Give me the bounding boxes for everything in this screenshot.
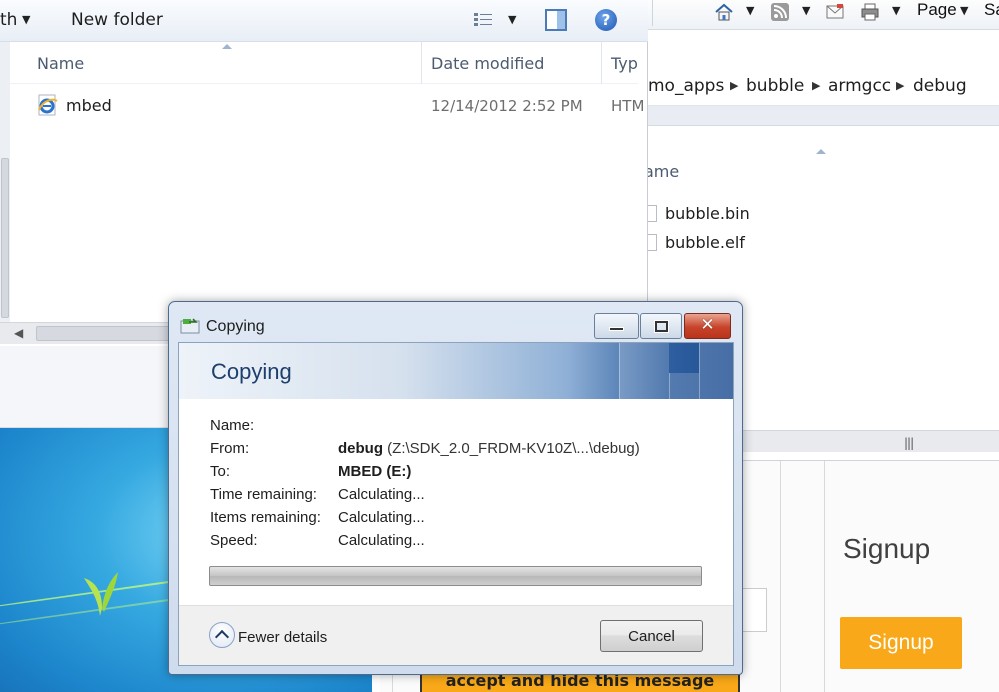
breadcrumb-arrow-icon[interactable]: ▶	[730, 79, 738, 92]
ie-command-bar: ▼ ▼ ▼ Page ▼ Sa	[636, 0, 999, 30]
column-header-type[interactable]: Typ	[611, 54, 638, 73]
copy-progress-bar	[209, 566, 702, 586]
file-type: HTM	[611, 97, 645, 115]
wallpaper-leaf-icon	[84, 572, 118, 616]
scroll-grip-icon: |||	[904, 436, 914, 450]
home-icon[interactable]	[714, 2, 734, 22]
view-dropdown-icon[interactable]: ▼	[508, 13, 516, 26]
column-header-name[interactable]: ame	[644, 162, 679, 181]
cancel-button[interactable]: Cancel	[600, 620, 703, 652]
detail-label-time-remaining: Time remaining:	[210, 486, 317, 503]
safety-menu[interactable]: Sa	[984, 0, 999, 20]
banner-decoration	[669, 373, 699, 399]
dialog-footer: Fewer details Cancel	[179, 605, 733, 665]
preview-pane-icon[interactable]	[545, 9, 567, 31]
new-folder-button[interactable]: New folder	[71, 10, 163, 30]
toolbar-separator	[652, 0, 653, 26]
scroll-left-icon[interactable]: ◀	[14, 326, 23, 340]
right-header-strip	[636, 106, 999, 126]
help-icon[interactable]: ?	[595, 9, 617, 31]
detail-value-time-remaining: Calculating...	[338, 486, 425, 503]
signup-button[interactable]: Signup	[840, 617, 962, 669]
sort-arrow-icon	[816, 149, 826, 154]
print-icon[interactable]	[860, 2, 880, 22]
detail-value-from: debug (Z:\SDK_2.0_FRDM-KV10Z\...\debug)	[338, 440, 640, 457]
dialog-heading: Copying	[211, 359, 292, 384]
detail-value-to: MBED (E:)	[338, 463, 412, 480]
detail-value-speed: Calculating...	[338, 532, 425, 549]
rss-dropdown-icon[interactable]: ▼	[802, 4, 810, 17]
list-item[interactable]: bubble.bin	[644, 204, 750, 223]
read-mail-icon[interactable]	[825, 2, 845, 22]
close-button[interactable]: ✕	[684, 313, 731, 339]
vertical-scrollbar[interactable]	[0, 42, 10, 322]
explorer-toolbar: th ▼ New folder ▼ ?	[0, 0, 648, 42]
detail-label-items-remaining: Items remaining:	[210, 509, 321, 526]
file-date: 12/14/2012 2:52 PM	[431, 97, 583, 115]
list-item[interactable]: bubble.elf	[644, 233, 745, 252]
column-header-name[interactable]: Name	[37, 54, 84, 73]
detail-label-from: From:	[210, 440, 250, 457]
detail-label-to: To:	[210, 463, 231, 480]
fewer-details-toggle[interactable]: Fewer details	[238, 629, 327, 646]
divider	[824, 461, 825, 692]
print-dropdown-icon[interactable]: ▼	[892, 4, 900, 17]
column-header-date-modified[interactable]: Date modified	[431, 54, 544, 73]
maximize-icon	[654, 320, 669, 333]
window-title: Copying	[206, 318, 265, 335]
toolbar-dropdown-icon[interactable]: ▼	[22, 13, 30, 26]
breadcrumb-item[interactable]: mo_apps	[648, 76, 724, 96]
copy-dialog: Copying ✕ Copying Name: From: debug (Z:\…	[168, 301, 743, 675]
detail-label-speed: Speed:	[210, 532, 258, 549]
dialog-banner: Copying	[179, 343, 733, 399]
ie-file-icon	[38, 94, 58, 116]
scrollbar-thumb[interactable]	[1, 158, 9, 318]
minimize-icon	[609, 327, 624, 331]
maximize-button[interactable]	[640, 313, 682, 339]
signup-heading: Signup	[843, 533, 931, 564]
sort-arrow-icon	[222, 44, 232, 49]
home-dropdown-icon[interactable]: ▼	[746, 4, 754, 17]
left-explorer-window: th ▼ New folder ▼ ? Name Date modified T…	[0, 0, 648, 346]
view-options-icon[interactable]	[473, 11, 495, 29]
table-row[interactable]: mbed 12/14/2012 2:52 PM HTM	[37, 94, 644, 118]
breadcrumb: mo_apps ▶ bubble ▶ armgcc ▶ debug	[636, 66, 999, 106]
rss-icon[interactable]	[770, 2, 790, 22]
column-divider[interactable]	[421, 42, 422, 84]
minimize-button[interactable]	[594, 313, 639, 339]
breadcrumb-item[interactable]: bubble	[746, 76, 804, 96]
page-menu[interactable]: Page	[917, 0, 957, 20]
detail-label-name: Name:	[210, 417, 255, 434]
breadcrumb-arrow-icon[interactable]: ▶	[812, 79, 820, 92]
detail-value-items-remaining: Calculating...	[338, 509, 425, 526]
breadcrumb-item[interactable]: armgcc	[828, 76, 891, 96]
column-header-row: Name Date modified Typ	[10, 42, 638, 84]
collapse-chevron-icon[interactable]	[209, 622, 235, 648]
dialog-body: Copying Name: From: debug (Z:\SDK_2.0_FR…	[178, 342, 734, 666]
banner-decoration	[619, 343, 669, 399]
breadcrumb-item[interactable]: debug	[913, 76, 967, 96]
file-name: bubble.bin	[665, 204, 750, 223]
file-name: bubble.elf	[665, 233, 745, 252]
page-dropdown-icon[interactable]: ▼	[960, 4, 968, 17]
file-name: mbed	[66, 96, 112, 115]
toolbar-menu-partial[interactable]: th	[0, 10, 17, 30]
banner-decoration	[699, 343, 733, 399]
copy-progress-icon	[180, 318, 200, 334]
breadcrumb-arrow-icon[interactable]: ▶	[896, 79, 904, 92]
column-divider[interactable]	[601, 42, 602, 84]
divider	[780, 461, 781, 692]
close-icon: ✕	[700, 315, 715, 335]
